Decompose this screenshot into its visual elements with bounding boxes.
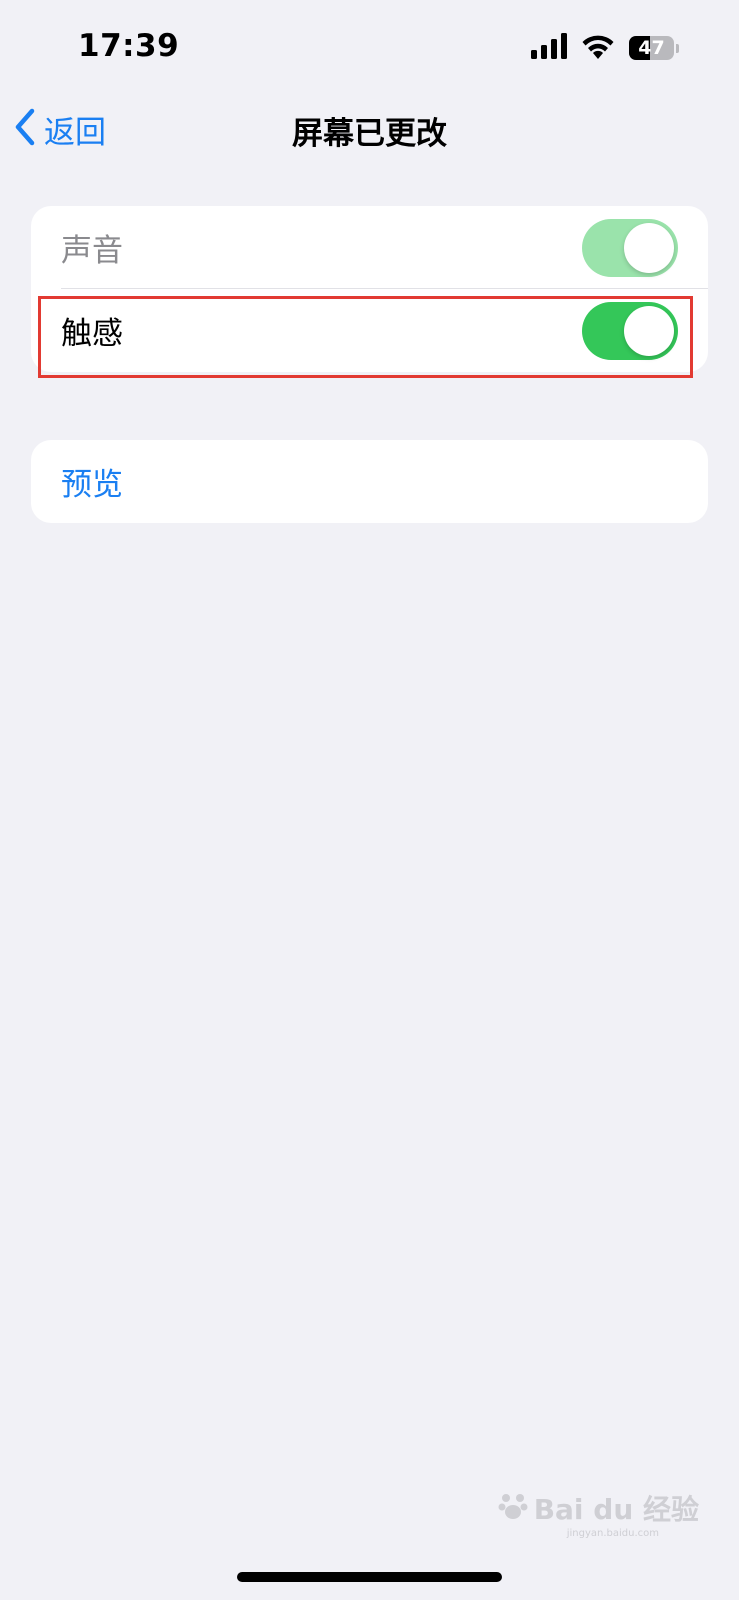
sound-row: 声音 <box>31 206 708 289</box>
preview-label: 预览 <box>61 467 123 503</box>
toggle-knob <box>624 305 674 356</box>
sound-label: 声音 <box>61 233 123 269</box>
battery-nub <box>676 43 679 53</box>
back-label: 返回 <box>44 114 106 151</box>
navigation-bar: 屏幕已更改 返回 <box>0 96 739 166</box>
page-title: 屏幕已更改 <box>292 116 447 152</box>
haptics-label: 触感 <box>61 316 123 352</box>
home-indicator[interactable] <box>237 1572 502 1582</box>
paw-icon <box>498 1490 528 1527</box>
settings-toggle-group: 声音 触感 <box>31 206 708 372</box>
wifi-icon <box>581 33 615 63</box>
back-button[interactable]: 返回 <box>14 106 106 152</box>
watermark-text: Bai du 经验 <box>533 1493 699 1526</box>
battery-body: 47 <box>629 36 675 60</box>
status-icons: 47 <box>531 33 679 63</box>
battery-level: 47 <box>638 37 665 59</box>
preview-button[interactable]: 预览 <box>31 440 708 523</box>
status-bar: 17:39 47 <box>0 0 739 96</box>
baidu-watermark: Bai du 经验 <box>498 1488 699 1528</box>
haptics-row: 触感 <box>31 289 708 372</box>
watermark-subtext: jingyan.baidu.com <box>566 1528 659 1539</box>
toggle-knob <box>624 222 674 273</box>
battery-icon: 47 <box>629 35 679 61</box>
cellular-signal-icon <box>531 33 567 63</box>
chevron-left-icon <box>14 108 36 150</box>
haptics-toggle[interactable] <box>582 301 678 360</box>
status-time: 17:39 <box>78 28 180 64</box>
sound-toggle[interactable] <box>582 218 678 277</box>
